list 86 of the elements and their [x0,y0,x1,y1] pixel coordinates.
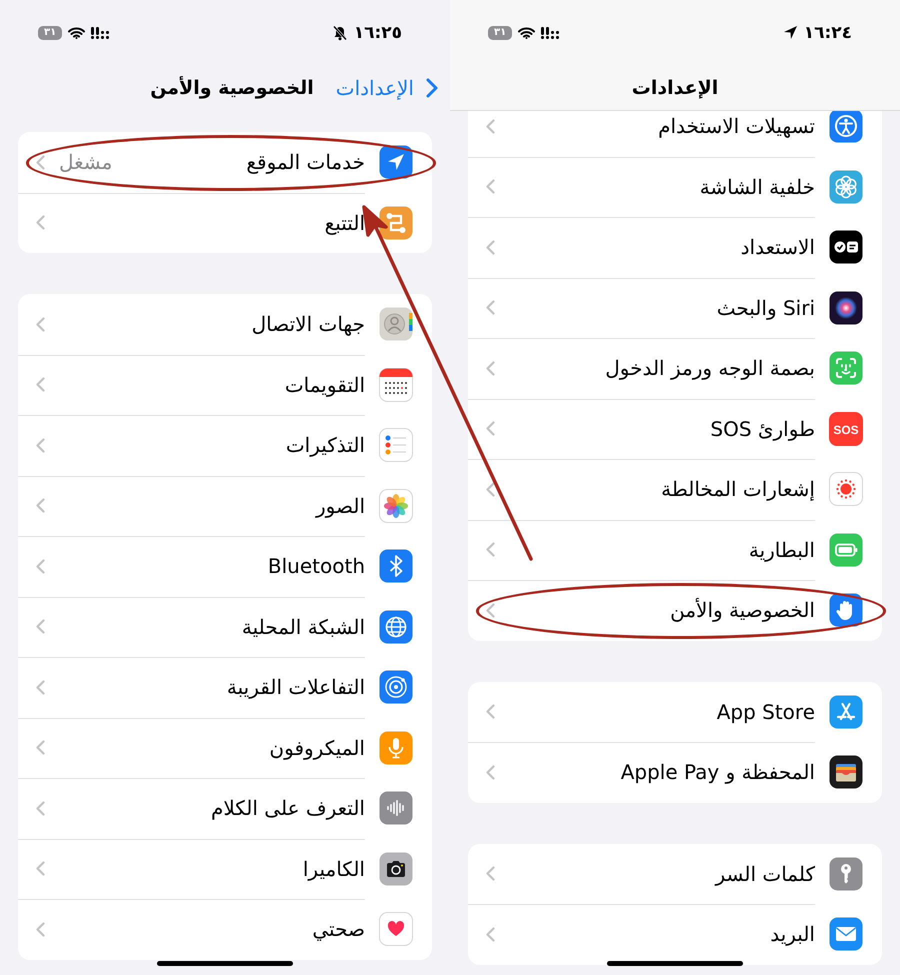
settings-row[interactable]: الميكروفون [18,718,432,778]
envelope-icon [829,917,863,952]
chevron-icon [486,866,495,882]
status-time: ١٦:٢٥ [354,22,402,42]
settings-row[interactable]: الشبكة المحلية [18,596,432,657]
page-title: الإعدادات [632,77,718,99]
chevron-icon [486,602,495,618]
battery-indicator: ٣١ [488,26,512,40]
status-time: ١٦:٢٤ [804,22,852,42]
contacts-icon [379,307,413,342]
sos-icon: SOS [829,412,863,446]
signal-icon [91,26,110,38]
bluetooth-icon [379,549,413,584]
signal-icon [541,26,560,38]
chevron-icon [486,421,495,436]
settings-row[interactable]: صحتي [18,899,432,960]
battery-icon [829,532,863,567]
chevron-icon [36,680,45,695]
key-icon [829,856,863,891]
settings-row[interactable]: البريد [468,904,882,964]
settings-row[interactable]: كلمات السر [468,844,882,904]
settings-row[interactable]: البطارية [468,520,882,580]
settings-row[interactable]: المحفظة و Apple Pay [468,742,882,802]
waveform-icon [379,791,413,826]
chevron-icon [486,764,495,780]
chevron-icon [36,438,45,453]
chevron-icon [36,740,45,756]
settings-row[interactable]: تسهيلات الاستخدام [468,111,882,156]
wifi-icon [68,26,86,38]
settings-row[interactable]: الصور [18,476,432,536]
chevron-icon [36,861,45,876]
chevron-icon [36,377,45,392]
chevron-icon [36,215,45,230]
concentric-circles-icon [379,670,413,704]
settings-row[interactable]: الاستعداد [468,217,882,278]
chevron-icon [36,316,45,332]
settings-row[interactable]: التتبع [18,192,432,253]
siri-orb-icon [829,290,863,325]
settings-row[interactable]: بصمة الوجه ورمز الدخول [468,338,882,398]
chevron-icon [486,360,495,376]
settings-row[interactable]: التعرف على الكلام [18,778,432,838]
wallet-icon [829,755,863,790]
sun-icon [829,472,863,506]
settings-row[interactable]: التفاعلات القريبة [18,657,432,718]
chevron-icon [486,240,495,255]
settings-row[interactable]: التذكيرات [18,415,432,476]
microphone-icon [379,730,413,765]
chevron-icon [486,704,495,720]
chevron-icon [486,542,495,558]
tracking-icon [379,206,413,240]
app-store-icon [829,694,863,729]
globe-icon [379,610,413,644]
settings-row[interactable]: جهات الاتصال [18,294,432,354]
battery-indicator: ٣١ [38,26,62,40]
chevron-icon [486,926,495,942]
settings-row[interactable]: الكاميرا [18,838,432,899]
camera-icon [379,852,413,886]
settings-row[interactable]: إشعارات المخالطة [468,459,882,520]
chevron-icon [36,154,45,170]
back-button[interactable]: الإعدادات [336,76,438,100]
hand-icon [829,593,863,628]
settings-row[interactable]: خدمات الموقع مشغل [18,132,432,192]
chevron-icon [36,498,45,514]
chevron-icon [486,482,495,497]
settings-row[interactable]: Bluetooth [18,536,432,596]
flower-icon [379,488,413,523]
settings-row[interactable]: التقويمات [18,354,432,415]
chevron-icon [486,118,495,134]
list-icon [379,428,413,462]
flower-icon [829,170,863,204]
settings-row[interactable]: الخصوصية والأمن [468,580,882,640]
back-chevron-icon [426,78,438,98]
chevron-icon [36,800,45,816]
chevron-icon [36,922,45,937]
settings-row[interactable]: App Store [468,682,882,742]
standby-icon [829,230,863,264]
wifi-icon [518,26,536,38]
calendar-icon [379,368,413,402]
chevron-icon [36,619,45,634]
face-scan-icon [829,351,863,386]
settings-row[interactable]: Siri والبحث [468,278,882,338]
settings-row[interactable]: خلفية الشاشة [468,156,882,217]
chevron-icon [486,300,495,316]
chevron-icon [486,179,495,194]
page-title: الخصوصية والأمن [150,77,314,99]
chevron-icon [36,558,45,574]
